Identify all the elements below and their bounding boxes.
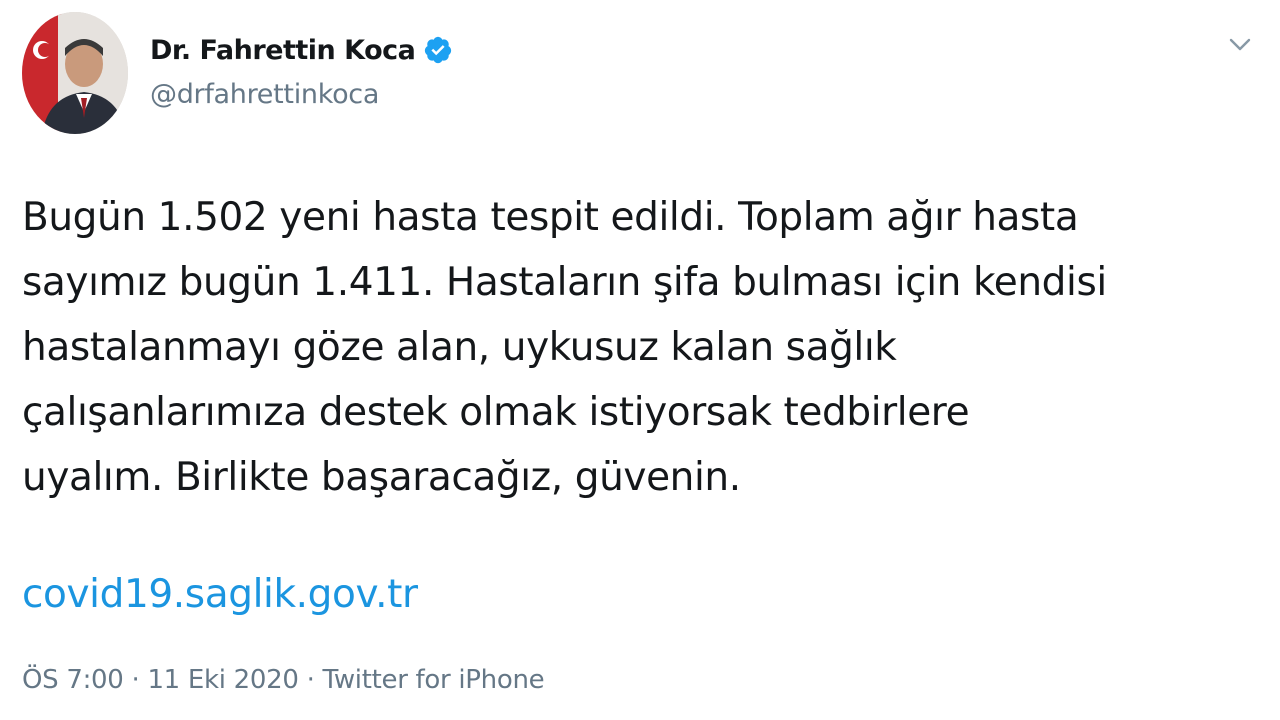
author-display-name[interactable]: Dr. Fahrettin Koca — [150, 35, 416, 66]
tweet-text: Bugün 1.502 yeni hasta tespit edildi. To… — [22, 185, 1262, 510]
author-name-row: Dr. Fahrettin Koca — [150, 30, 453, 70]
tweet-text-line: hastalanmayı göze alan, uykusuz kalan sa… — [22, 325, 897, 370]
chevron-down-icon[interactable] — [1226, 30, 1254, 58]
tweet-link[interactable]: covid19.saglik.gov.tr — [22, 562, 418, 627]
tweet-meta: ÖS 7:00 · 11 Eki 2020 · Twitter for iPho… — [22, 665, 545, 695]
meta-separator: · — [306, 665, 323, 695]
tweet-text-line: çalışanlarımıza destek olmak istiyorsak … — [22, 390, 970, 435]
tweet-text-line: uyalım. Birlikte başaracağız, güvenin. — [22, 455, 741, 500]
tweet-text-line: sayımız bugün 1.411. Hastaların şifa bul… — [22, 260, 1107, 305]
tweet-text-line: Bugün 1.502 yeni hasta tespit edildi. To… — [22, 195, 1079, 240]
tweet-time[interactable]: ÖS 7:00 — [22, 665, 124, 695]
tweet-source[interactable]: Twitter for iPhone — [323, 665, 545, 695]
profile-photo-icon — [22, 12, 128, 134]
tweet-date[interactable]: 11 Eki 2020 — [147, 665, 299, 695]
avatar[interactable] — [22, 12, 128, 134]
tweet-card: Dr. Fahrettin Koca @drfahrettinkoca Bugü… — [0, 0, 1280, 720]
author-handle[interactable]: @drfahrettinkoca — [150, 79, 379, 110]
verified-badge-icon — [423, 35, 453, 65]
meta-separator: · — [131, 665, 148, 695]
